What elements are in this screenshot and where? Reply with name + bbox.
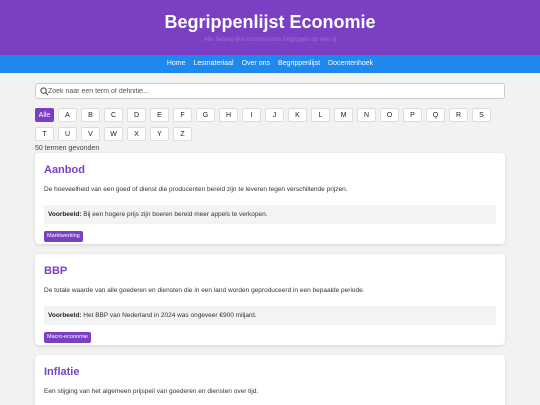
main-nav: Home Lesmateriaal Over ons Begrippenlijs… <box>0 55 540 73</box>
letter-button-w[interactable]: W <box>104 127 123 141</box>
term-example: Voorbeeld: Het BBP van Nederland in 2024… <box>44 306 496 325</box>
example-text: Bij een hogere prijs zijn boeren bereid … <box>83 211 268 218</box>
letter-button-j[interactable]: J <box>265 108 284 122</box>
term-definition: De hoeveelheid van een goed of dienst di… <box>44 186 348 193</box>
example-label: Voorbeeld: <box>48 312 82 319</box>
letter-button-s[interactable]: S <box>472 108 491 122</box>
nav-over-ons[interactable]: Over ons <box>242 55 270 73</box>
letter-button-c[interactable]: C <box>104 108 123 122</box>
letter-button-a[interactable]: A <box>58 108 77 122</box>
search-input[interactable] <box>48 84 500 98</box>
letter-button-r[interactable]: R <box>449 108 468 122</box>
letter-button-k[interactable]: K <box>288 108 307 122</box>
letter-button-d[interactable]: D <box>127 108 146 122</box>
letter-button-u[interactable]: U <box>58 127 77 141</box>
term-card: Aanbod De hoeveelheid van een goed of di… <box>35 153 505 244</box>
search-box <box>35 83 505 99</box>
term-title: BBP <box>44 265 68 277</box>
letter-button-v[interactable]: V <box>81 127 100 141</box>
page-header: Begrippenlijst Economie Alle belangrijke… <box>0 0 540 55</box>
letter-button-y[interactable]: Y <box>150 127 169 141</box>
letter-button-t[interactable]: T <box>35 127 54 141</box>
letter-button-g[interactable]: G <box>196 108 215 122</box>
example-text: Het BBP van Nederland in 2024 was ongeve… <box>83 312 257 319</box>
letter-button-f[interactable]: F <box>173 108 192 122</box>
example-label: Voorbeeld: <box>48 211 82 218</box>
term-tag[interactable]: Macro-economie <box>44 332 91 343</box>
result-count: 50 termen gevonden <box>35 145 100 152</box>
term-card: Inflatie Een stijging van het algemeen p… <box>35 355 505 405</box>
nav-home[interactable]: Home <box>167 55 186 73</box>
term-definition: Een stijging van het algemeen prijspeil … <box>44 388 259 395</box>
letter-filter: Alle A B C D E F G H I J K L M N O P Q R S T U V W X Y Z <box>35 108 505 141</box>
nav-lesmateriaal[interactable]: Lesmateriaal <box>194 55 234 73</box>
main-content: Alle ABCDEFGHIJKLMNOPQRS TUVWXYZ 50 termen… <box>35 83 505 405</box>
letter-button-l[interactable]: L <box>311 108 330 122</box>
letter-button-z[interactable]: Z <box>173 127 192 141</box>
term-example: Voorbeeld: Bij een hogere prijs zijn boe… <box>44 205 496 224</box>
term-definition: De totale waarde van alle goederen en di… <box>44 287 365 294</box>
letter-button-b[interactable]: B <box>81 108 100 122</box>
letter-button-q[interactable]: Q <box>426 108 445 122</box>
letter-button-x[interactable]: X <box>127 127 146 141</box>
term-title: Aanbod <box>44 164 85 176</box>
nav-docentenhoek[interactable]: Docentenhoek <box>328 55 373 73</box>
term-card: BBP De totale waarde van alle goederen e… <box>35 254 505 345</box>
term-tag[interactable]: Marktwerking <box>44 231 83 242</box>
nav-begrippenlijst[interactable]: Begrippenlijst <box>278 55 320 73</box>
page-title: Begrippenlijst Economie <box>164 12 376 32</box>
letter-button-n[interactable]: N <box>357 108 376 122</box>
page-subtitle: Alle belangrijke economische begrippen o… <box>203 37 337 43</box>
letter-button-i[interactable]: I <box>242 108 261 122</box>
letter-button-e[interactable]: E <box>150 108 169 122</box>
letter-button-alle[interactable]: Alle <box>35 108 54 122</box>
letter-button-o[interactable]: O <box>380 108 399 122</box>
letter-button-p[interactable]: P <box>403 108 422 122</box>
letter-button-h[interactable]: H <box>219 108 238 122</box>
letter-button-m[interactable]: M <box>334 108 353 122</box>
term-title: Inflatie <box>44 366 80 378</box>
